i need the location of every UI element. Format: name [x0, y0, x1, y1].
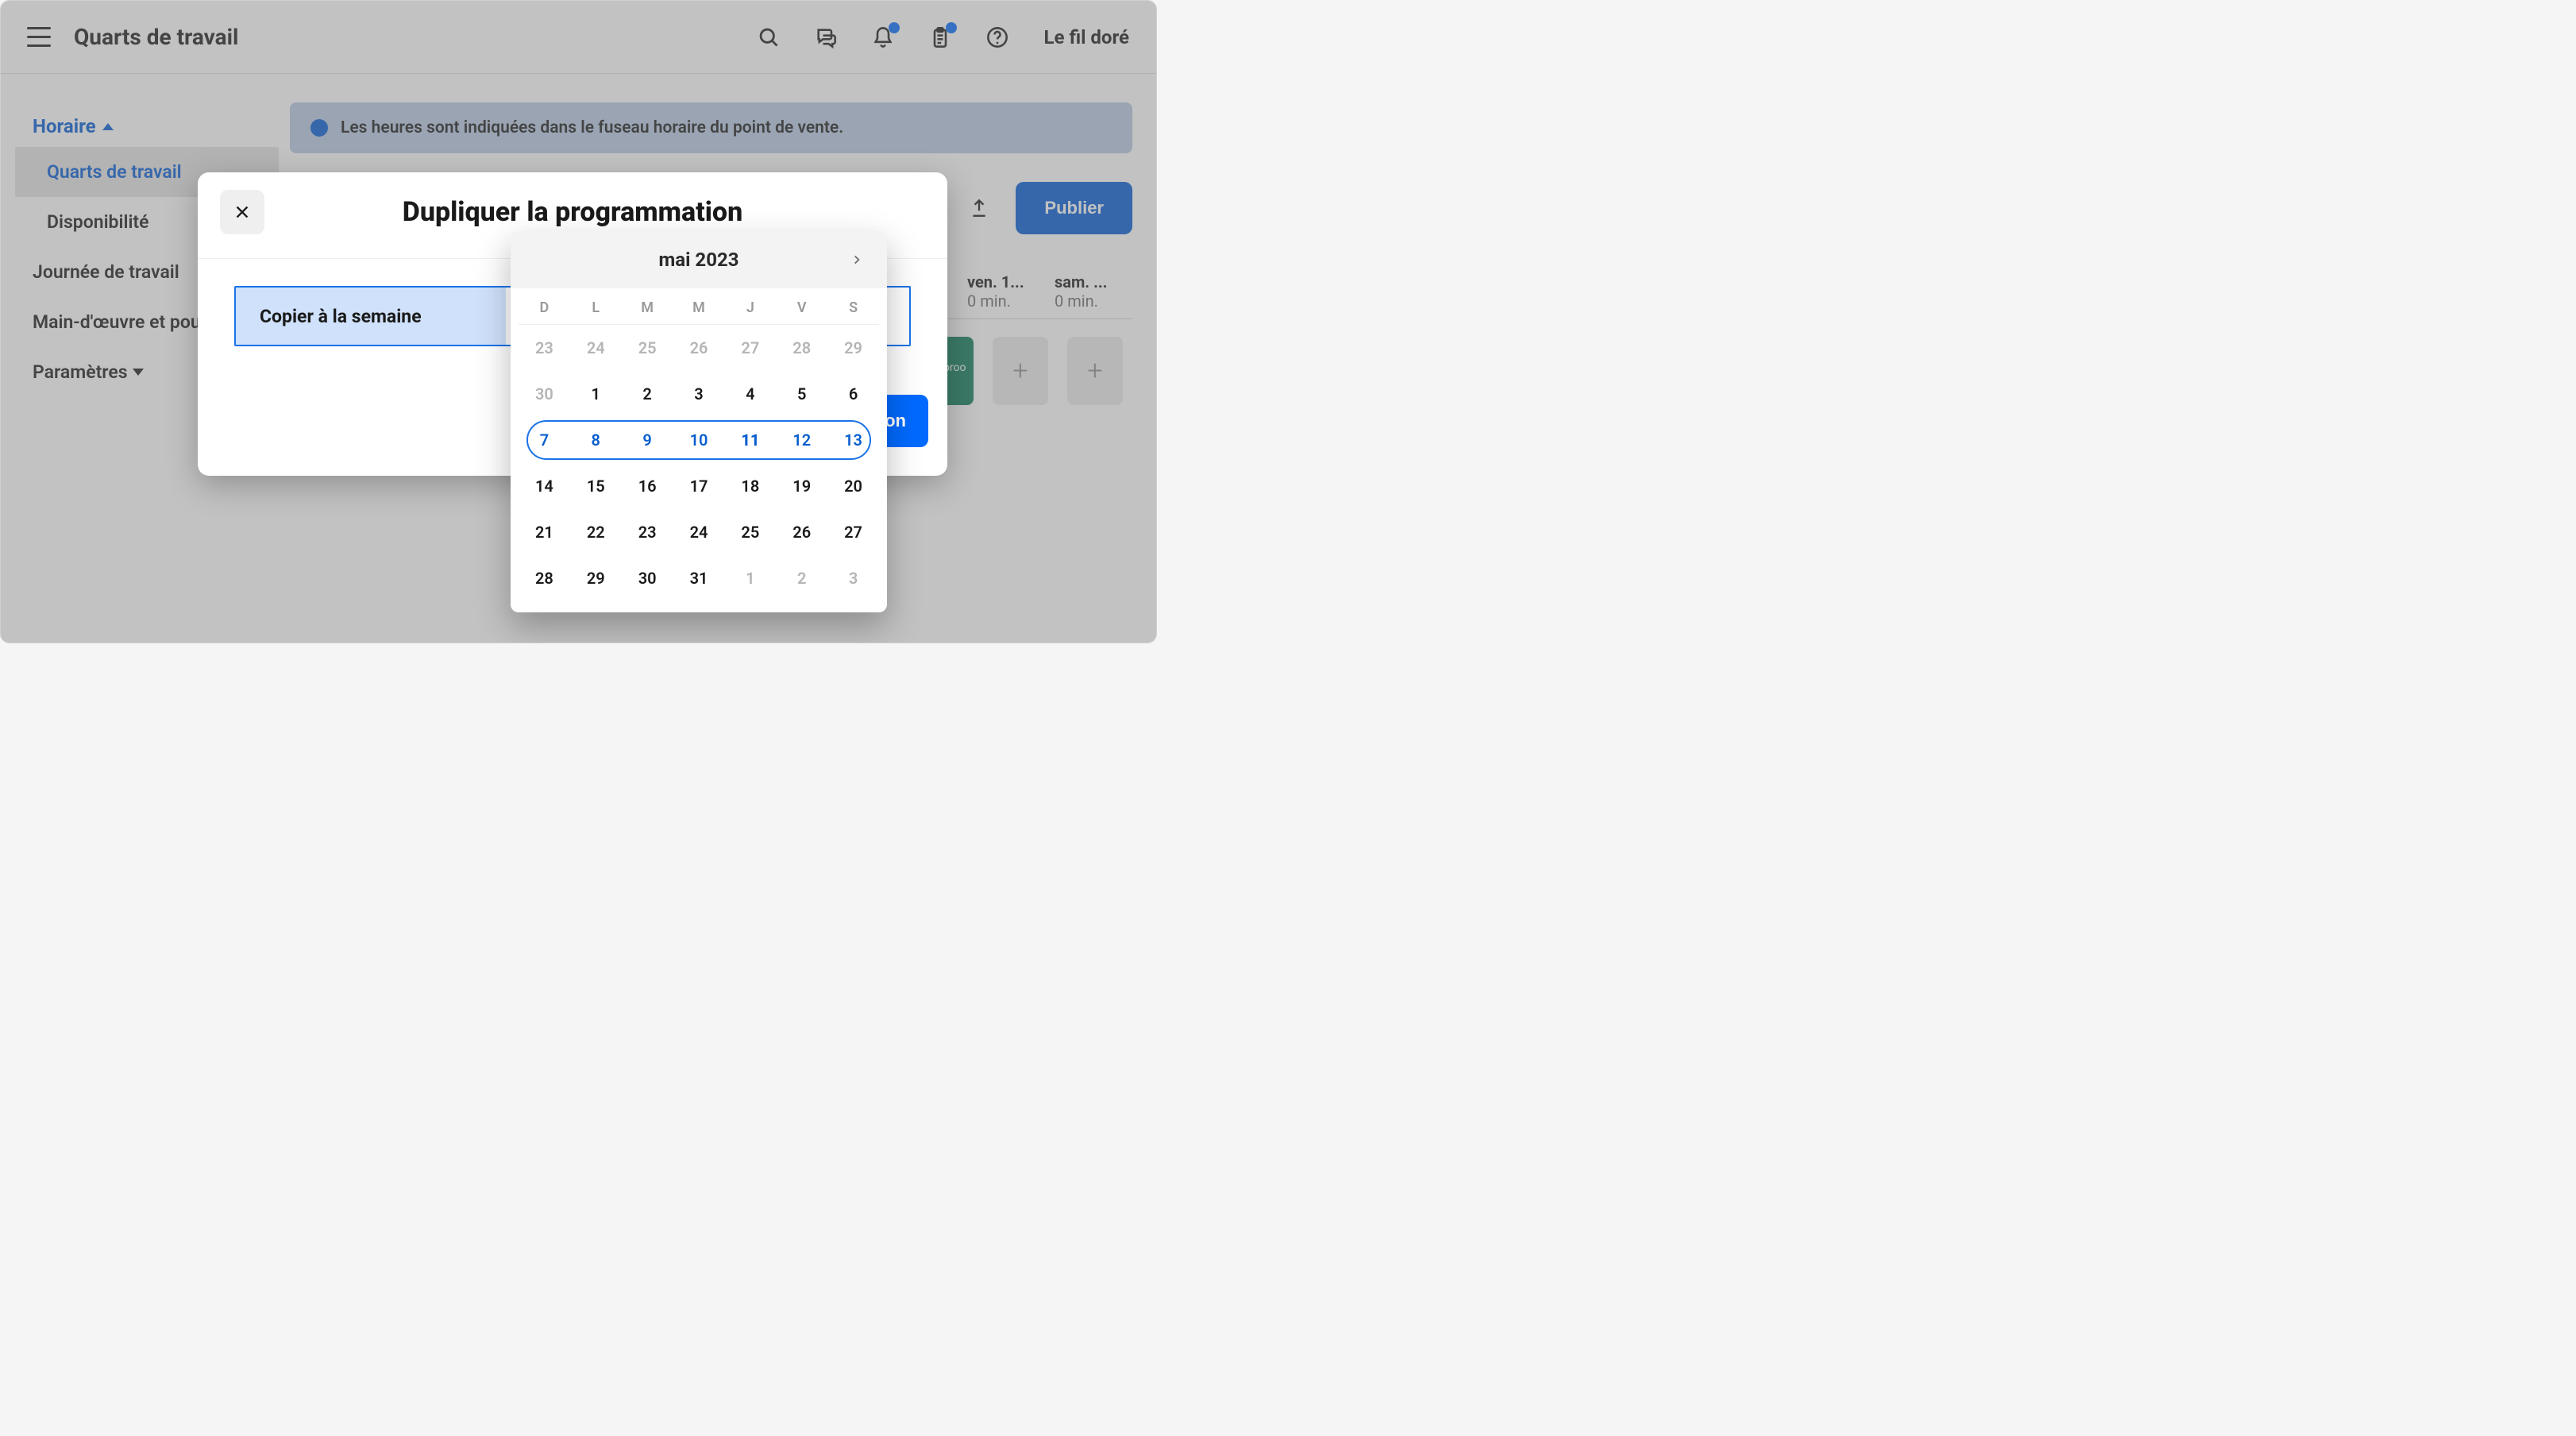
day-cell[interactable]: 29	[827, 325, 879, 371]
day-cell[interactable]: 26	[776, 509, 827, 555]
copy-to-week-label: Copier à la semaine	[236, 288, 506, 345]
datepicker-month-title: mai 2023	[553, 249, 844, 271]
dow-4: J	[724, 288, 776, 325]
day-cell[interactable]: 25	[724, 509, 776, 555]
day-cell[interactable]: 23	[622, 509, 673, 555]
close-button[interactable]	[220, 190, 264, 234]
day-cell[interactable]: 24	[673, 509, 725, 555]
day-cell[interactable]: 5	[776, 371, 827, 417]
day-cell[interactable]: 1	[724, 555, 776, 601]
day-cell[interactable]: 8	[570, 417, 622, 463]
dow-2: M	[622, 288, 673, 325]
day-cell[interactable]: 7	[519, 417, 570, 463]
day-cell[interactable]: 21	[519, 509, 570, 555]
day-cell[interactable]: 12	[776, 417, 827, 463]
day-cell[interactable]: 24	[570, 325, 622, 371]
day-cell[interactable]: 27	[827, 509, 879, 555]
day-cell[interactable]: 16	[622, 463, 673, 509]
day-cell[interactable]: 28	[519, 555, 570, 601]
dow-0: D	[519, 288, 570, 325]
day-cell[interactable]: 15	[570, 463, 622, 509]
day-cell[interactable]: 9	[622, 417, 673, 463]
date-picker: mai 2023 DLMMJVS 23242526272829301234567…	[511, 231, 887, 612]
day-cell[interactable]: 30	[622, 555, 673, 601]
day-cell[interactable]: 29	[570, 555, 622, 601]
modal-title: Dupliquer la programmation	[264, 196, 925, 228]
day-cell[interactable]: 30	[519, 371, 570, 417]
day-cell[interactable]: 17	[673, 463, 725, 509]
day-cell[interactable]: 23	[519, 325, 570, 371]
day-cell[interactable]: 1	[570, 371, 622, 417]
day-cell[interactable]: 27	[724, 325, 776, 371]
day-cell[interactable]: 2	[622, 371, 673, 417]
day-cell[interactable]: 14	[519, 463, 570, 509]
next-month-button[interactable]	[844, 247, 870, 272]
day-cell[interactable]: 3	[827, 555, 879, 601]
day-cell[interactable]: 3	[673, 371, 725, 417]
dow-6: S	[827, 288, 879, 325]
day-cell[interactable]: 28	[776, 325, 827, 371]
day-cell[interactable]: 10	[673, 417, 725, 463]
dow-1: L	[570, 288, 622, 325]
day-cell[interactable]: 20	[827, 463, 879, 509]
dow-3: M	[673, 288, 725, 325]
day-cell[interactable]: 26	[673, 325, 725, 371]
day-cell[interactable]: 22	[570, 509, 622, 555]
day-cell[interactable]: 11	[724, 417, 776, 463]
day-cell[interactable]: 31	[673, 555, 725, 601]
day-cell[interactable]: 2	[776, 555, 827, 601]
day-cell[interactable]: 13	[827, 417, 879, 463]
day-cell[interactable]: 6	[827, 371, 879, 417]
day-cell[interactable]: 18	[724, 463, 776, 509]
dow-5: V	[776, 288, 827, 325]
app-window: Quarts de travail	[0, 0, 1157, 643]
day-cell[interactable]: 25	[622, 325, 673, 371]
day-cell[interactable]: 4	[724, 371, 776, 417]
day-cell[interactable]: 19	[776, 463, 827, 509]
